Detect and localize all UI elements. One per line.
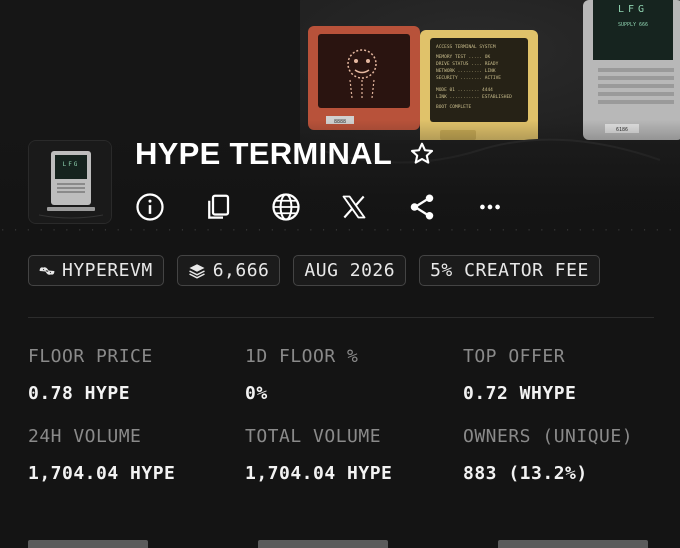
x-logo-icon[interactable] — [337, 190, 371, 224]
hyperevm-logo-icon — [39, 265, 55, 277]
star-outline-icon[interactable] — [408, 140, 436, 168]
cutoff-stats-row — [28, 540, 680, 548]
stat-label: OWNERS (UNIQUE) — [463, 426, 634, 447]
stat-owners: OWNERS (UNIQUE) 883 (13.2%) — [463, 426, 678, 484]
cutoff-label — [258, 540, 388, 548]
creator-fee-label: 5% CREATOR FEE — [430, 260, 589, 281]
date-chip: AUG 2026 — [293, 255, 407, 286]
supply-chip: 6,666 — [176, 255, 281, 286]
layers-icon — [188, 262, 206, 280]
info-icon[interactable] — [133, 190, 167, 224]
svg-text:SECURITY ........ ACTIVE: SECURITY ........ ACTIVE — [436, 75, 501, 81]
stat-value: 1,704.04 HYPE — [28, 463, 176, 484]
stat-value: 0.78 HYPE — [28, 383, 131, 404]
avatar-computer-icon: LFG — [29, 141, 111, 223]
svg-text:ACCESS TERMINAL SYSTEM: ACCESS TERMINAL SYSTEM — [436, 44, 496, 50]
action-bar — [133, 190, 541, 224]
stat-label: TOP OFFER — [463, 346, 566, 367]
copy-icon[interactable] — [201, 190, 235, 224]
stat-label: 24H VOLUME — [28, 426, 142, 447]
svg-text:LINK ........... ESTABLISHED: LINK ........... ESTABLISHED — [436, 94, 512, 100]
globe-icon[interactable] — [269, 190, 303, 224]
share-icon[interactable] — [405, 190, 439, 224]
svg-text:MEMORY TEST ..... OK: MEMORY TEST ..... OK — [436, 54, 490, 60]
stat-value: 883 (13.2%) — [463, 463, 588, 484]
banner-terminal-text: LFG — [618, 4, 648, 15]
stat-1d-floor-change: 1D FLOOR % 0% — [245, 346, 463, 404]
supply-label: 6,666 — [212, 260, 270, 281]
stat-label: TOTAL VOLUME — [245, 426, 382, 447]
svg-text:DRIVE STATUS .... READY: DRIVE STATUS .... READY — [436, 61, 499, 67]
cutoff-label — [498, 540, 648, 548]
stat-total-volume: TOTAL VOLUME 1,704.04 HYPE — [245, 426, 463, 484]
title-row: HYPE TERMINAL — [135, 134, 436, 174]
stat-24h-volume: 24H VOLUME 1,704.04 HYPE — [28, 426, 245, 484]
cutoff-label — [28, 540, 148, 548]
collection-stats: FLOOR PRICE 0.78 HYPE 1D FLOOR % 0% TOP … — [28, 346, 678, 484]
stat-floor-price: FLOOR PRICE 0.78 HYPE — [28, 346, 245, 404]
date-label: AUG 2026 — [304, 260, 396, 281]
more-icon[interactable] — [473, 190, 507, 224]
svg-text:MODE 01 ........ 4444: MODE 01 ........ 4444 — [436, 87, 493, 93]
collection-title: HYPE TERMINAL — [135, 136, 393, 171]
section-divider — [28, 317, 654, 318]
chain-chip[interactable]: HYPEREVM — [28, 255, 164, 286]
svg-text:NETWORK ......... LINK: NETWORK ......... LINK — [436, 68, 496, 74]
svg-text:BOOT COMPLETE: BOOT COMPLETE — [436, 104, 472, 110]
stat-value: 0% — [245, 383, 268, 404]
stat-top-offer: TOP OFFER 0.72 WHYPE — [463, 346, 678, 404]
banner-subtext: SUPPLY 666 — [618, 22, 648, 28]
creator-fee-chip: 5% CREATOR FEE — [419, 255, 600, 286]
avatar-text: LFG — [63, 161, 80, 168]
stat-value: 1,704.04 HYPE — [245, 463, 393, 484]
chain-label: HYPEREVM — [62, 260, 153, 281]
banner-ticker: · · · · · · · · · · · · · · · · · · · · … — [0, 226, 680, 236]
stat-value: 0.72 WHYPE — [463, 383, 577, 404]
collection-chips: HYPEREVM 6,666 AUG 2026 5% CREATOR FEE — [28, 255, 613, 286]
stat-label: 1D FLOOR % — [245, 346, 359, 367]
collection-avatar[interactable]: LFG — [28, 140, 112, 224]
stat-label: FLOOR PRICE — [28, 346, 153, 367]
